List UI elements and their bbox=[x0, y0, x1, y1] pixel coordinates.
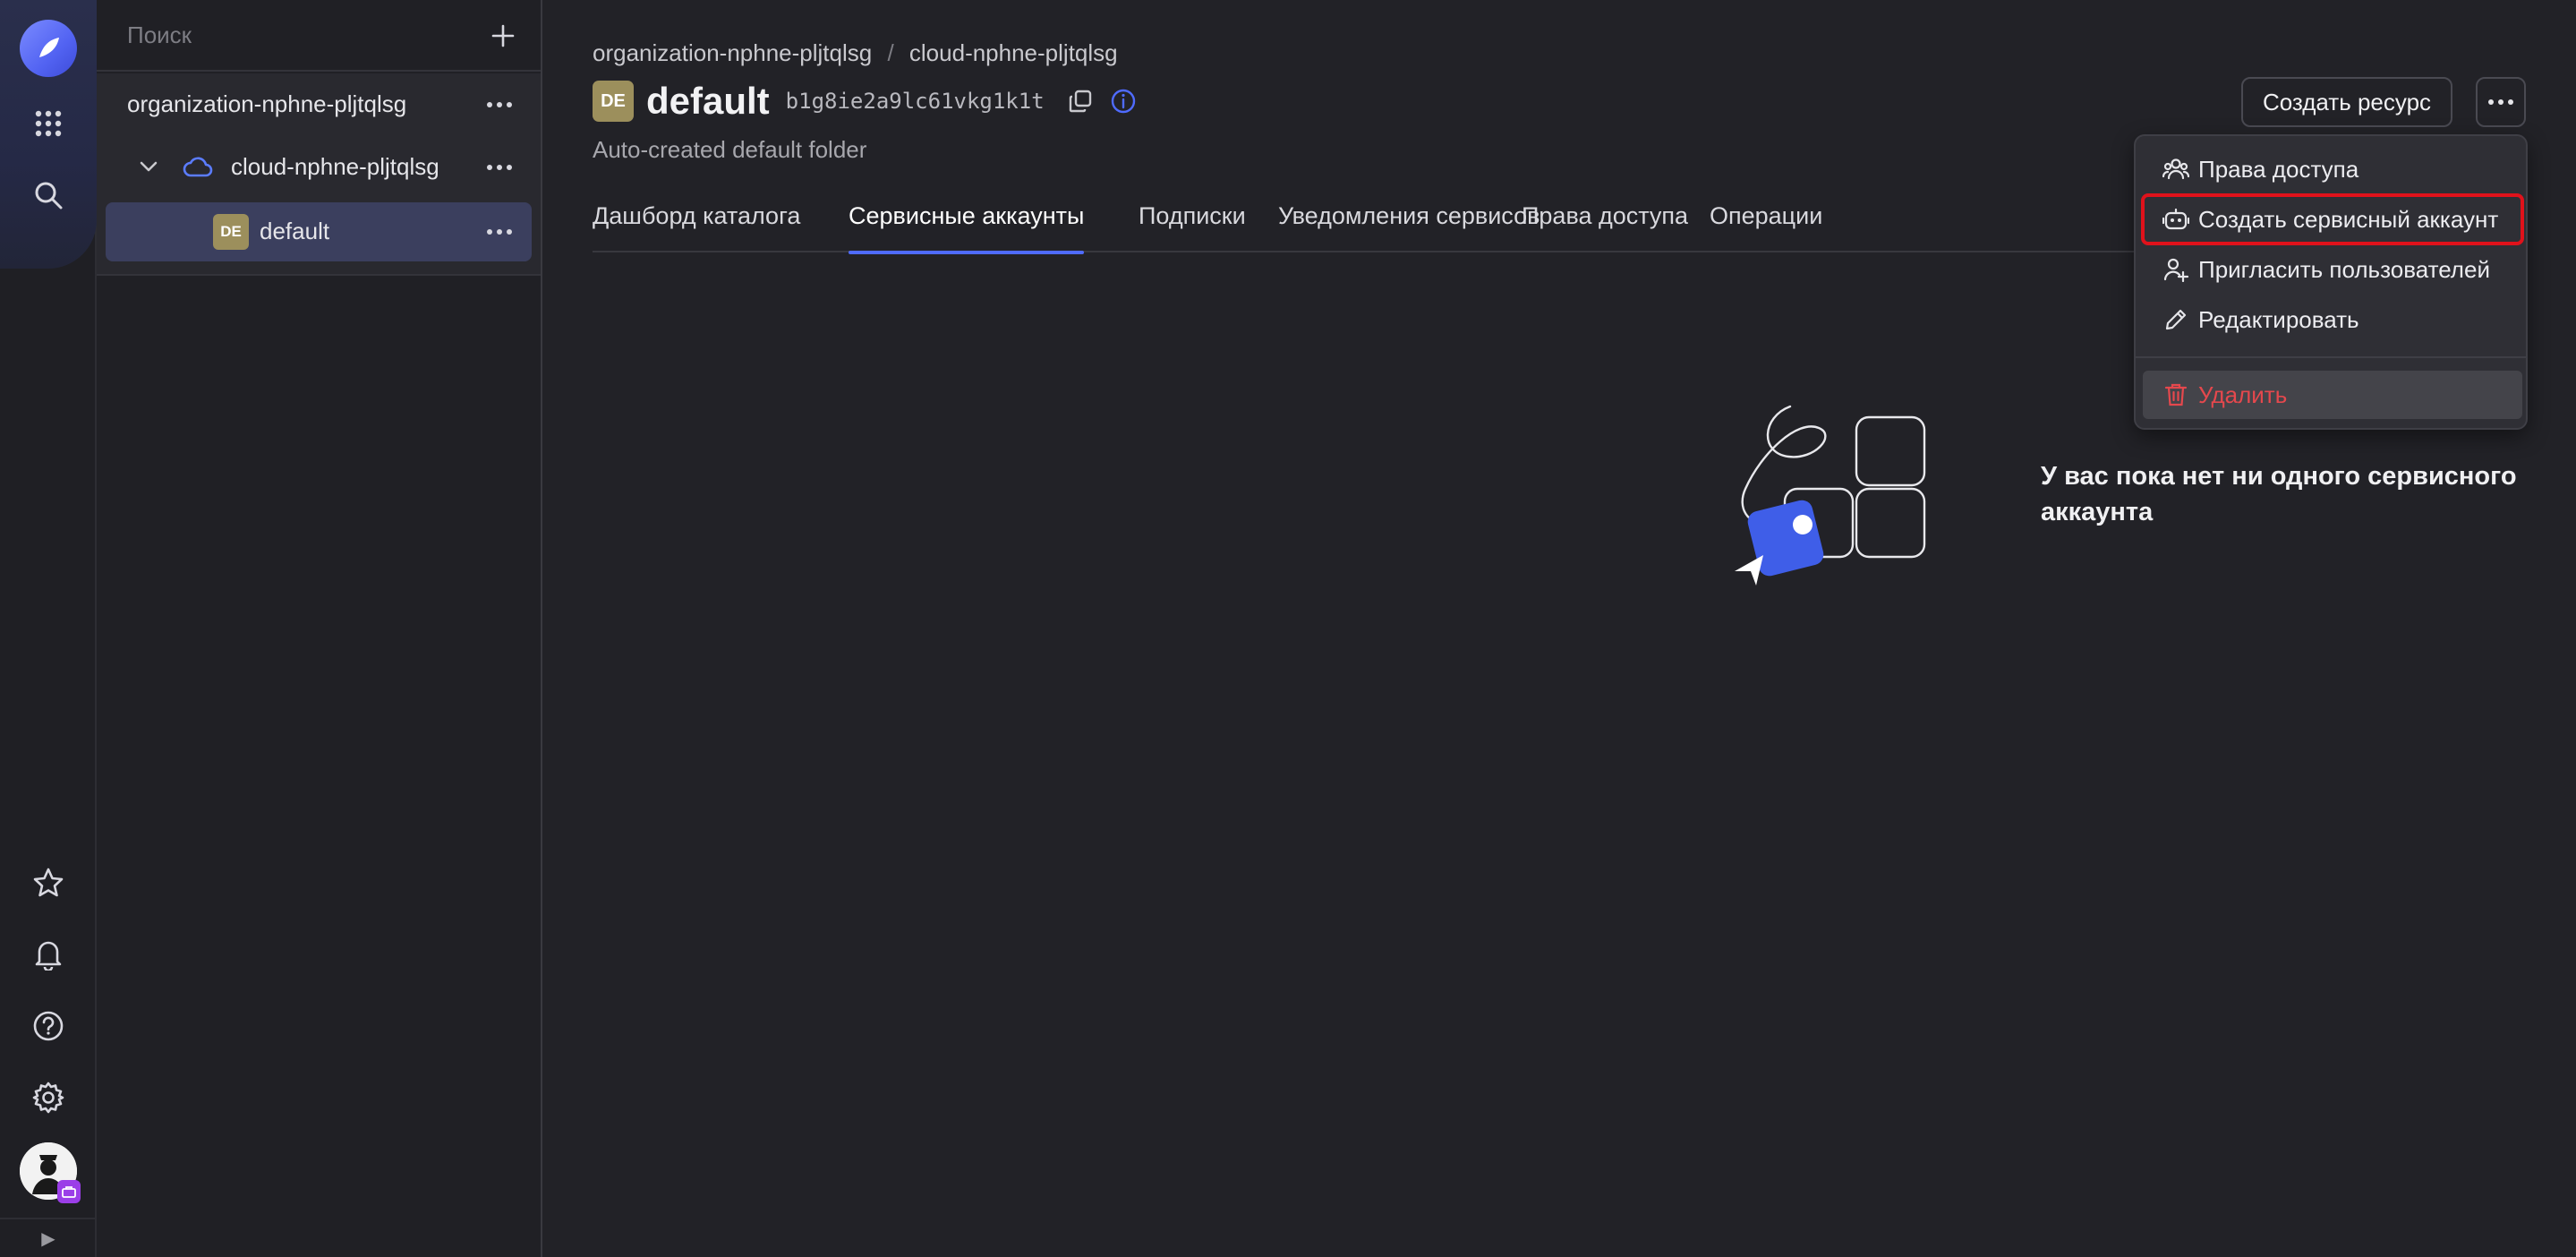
cloud-icon bbox=[183, 154, 213, 184]
empty-state-message: У вас пока нет ни одного сервисного акка… bbox=[2041, 462, 2517, 526]
help-icon[interactable] bbox=[21, 999, 75, 1053]
folder-label: default bbox=[260, 218, 330, 244]
more-actions-button[interactable] bbox=[2476, 77, 2526, 127]
organization-more-button[interactable] bbox=[482, 90, 517, 120]
gear-icon[interactable] bbox=[21, 1071, 75, 1124]
person-add-icon bbox=[2161, 254, 2191, 285]
menu-item-label: Права доступа bbox=[2198, 155, 2359, 183]
play-icon: ▶ bbox=[41, 1228, 55, 1249]
menu-item-label: Удалить bbox=[2198, 381, 2288, 408]
title-row: DE default b1g8ie2a9lc61vkg1k1t bbox=[593, 79, 1148, 124]
menu-item-create-service-account[interactable]: Создать сервисный аккаунт bbox=[2141, 193, 2524, 245]
chevron-down-icon[interactable] bbox=[138, 156, 159, 182]
empty-illustration bbox=[1726, 399, 1949, 605]
pencil-icon bbox=[2161, 304, 2191, 335]
collapse-button[interactable]: ▶ bbox=[0, 1218, 97, 1257]
folder-badge: DE bbox=[213, 214, 249, 250]
cloud-more-button[interactable] bbox=[482, 152, 517, 183]
tab-dashboard[interactable]: Дашборд каталога bbox=[593, 202, 800, 252]
menu-item-label: Пригласить пользователей bbox=[2198, 255, 2490, 283]
star-icon[interactable] bbox=[21, 856, 75, 910]
more-dots-icon bbox=[487, 229, 512, 235]
folder-badge: DE bbox=[593, 81, 634, 122]
tab-subscriptions[interactable]: Подписки bbox=[1139, 202, 1246, 252]
menu-item-label: Редактировать bbox=[2198, 305, 2359, 333]
cloud-label: cloud-nphne-pljtqlsg bbox=[231, 153, 439, 180]
nav-rail: ▶ bbox=[0, 0, 97, 1257]
search-icon[interactable] bbox=[21, 168, 75, 222]
breadcrumb-organization[interactable]: organization-nphne-pljtqlsg bbox=[593, 39, 872, 66]
more-dots-icon bbox=[487, 165, 512, 170]
tab-service-notifications[interactable]: Уведомления сервисов bbox=[1278, 202, 1540, 252]
copy-id-button[interactable] bbox=[1062, 83, 1098, 119]
briefcase-icon bbox=[57, 1180, 81, 1203]
menu-divider bbox=[2136, 356, 2526, 358]
logo-icon[interactable] bbox=[20, 20, 77, 77]
tree-item-cloud[interactable]: cloud-nphne-pljtqlsg bbox=[106, 138, 532, 197]
robot-icon bbox=[2161, 204, 2191, 235]
actions-menu: Права доступа Создать сервисный аккаунт … bbox=[2134, 134, 2528, 430]
resource-tree: Поиск organization-nphne-pljtqlsg cloud-… bbox=[97, 0, 542, 1257]
info-button[interactable] bbox=[1105, 83, 1141, 119]
add-button[interactable] bbox=[483, 16, 523, 56]
more-dots-icon bbox=[487, 102, 512, 107]
search-input[interactable]: Поиск bbox=[127, 21, 192, 49]
empty-state: У вас пока нет ни одного сервисного акка… bbox=[1726, 399, 2576, 605]
tree-item-organization[interactable]: organization-nphne-pljtqlsg bbox=[106, 75, 532, 134]
tab-service-accounts[interactable]: Сервисные аккаунты bbox=[849, 202, 1085, 254]
avatar[interactable] bbox=[20, 1142, 81, 1203]
tree-item-folder[interactable]: DE default bbox=[106, 202, 532, 261]
menu-item-edit[interactable]: Редактировать bbox=[2143, 295, 2522, 344]
tab-access-rights[interactable]: Права доступа bbox=[1522, 202, 1688, 252]
people-icon bbox=[2161, 154, 2191, 184]
breadcrumb: organization-nphne-pljtqlsg / cloud-nphn… bbox=[593, 39, 1118, 67]
breadcrumb-separator: / bbox=[887, 39, 894, 66]
breadcrumb-cloud[interactable]: cloud-nphne-pljtqlsg bbox=[909, 39, 1118, 66]
menu-item-label: Создать сервисный аккаунт bbox=[2198, 205, 2499, 233]
menu-item-access-rights[interactable]: Права доступа bbox=[2143, 145, 2522, 193]
tab-operations[interactable]: Операции bbox=[1710, 202, 1822, 252]
create-resource-button[interactable]: Создать ресурс bbox=[2241, 77, 2452, 127]
menu-item-delete[interactable]: Удалить bbox=[2143, 371, 2522, 419]
bell-icon[interactable] bbox=[21, 928, 75, 981]
more-dots-icon bbox=[2488, 99, 2513, 105]
menu-item-invite-users[interactable]: Пригласить пользователей bbox=[2143, 245, 2522, 294]
organization-label: organization-nphne-pljtqlsg bbox=[127, 90, 407, 117]
page-title: default bbox=[646, 80, 770, 122]
apps-grid-icon[interactable] bbox=[21, 97, 75, 150]
plus-icon bbox=[491, 24, 515, 47]
app-window: ▶ Поиск organization-nphne-pljtqlsg clou… bbox=[0, 0, 2576, 1257]
folder-description: Auto-created default folder bbox=[593, 136, 867, 163]
folder-id: b1g8ie2a9lc61vkg1k1t bbox=[785, 89, 1045, 114]
folder-more-button[interactable] bbox=[482, 217, 517, 247]
info-icon bbox=[1111, 89, 1135, 114]
tree-items: organization-nphne-pljtqlsg cloud-nphne-… bbox=[97, 73, 541, 276]
copy-icon bbox=[1069, 90, 1091, 113]
tree-search[interactable]: Поиск bbox=[97, 0, 541, 72]
trash-icon bbox=[2161, 380, 2191, 410]
